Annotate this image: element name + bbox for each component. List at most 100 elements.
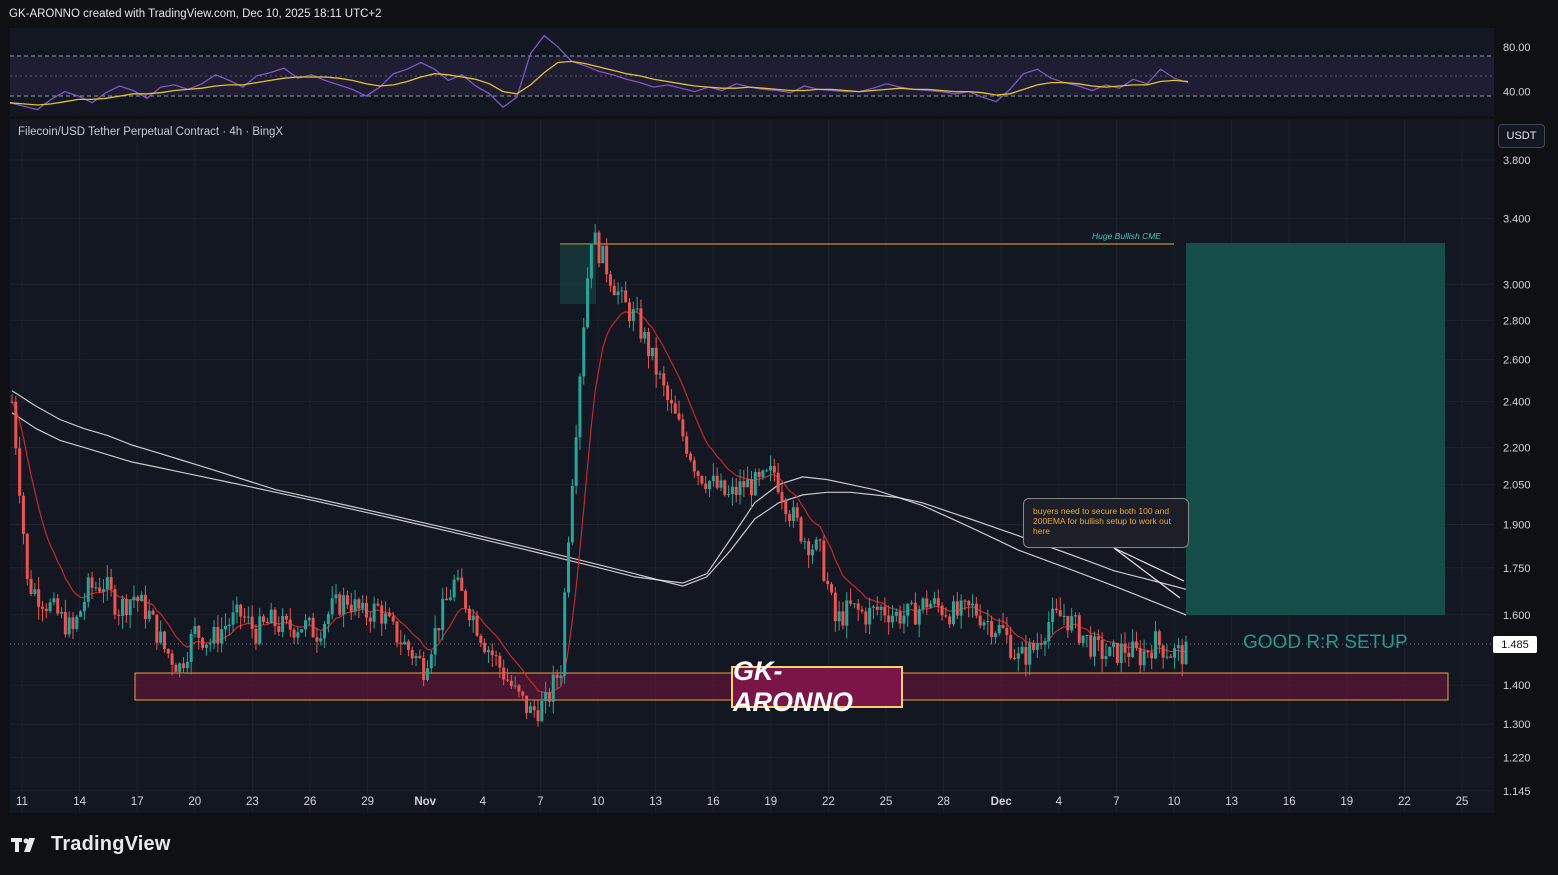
- candle-body: [216, 627, 220, 644]
- candle-body: [140, 594, 144, 602]
- price-tick-label: 2.600: [1503, 355, 1531, 367]
- candle-body: [700, 476, 704, 484]
- candle-body: [593, 232, 597, 244]
- candle-body: [364, 602, 368, 618]
- price-tick-label: 3.800: [1503, 155, 1531, 167]
- candle-body: [635, 308, 639, 310]
- candle-body: [52, 598, 56, 603]
- candle-body: [951, 601, 955, 625]
- candle-body: [932, 598, 936, 604]
- candle-body: [422, 657, 426, 681]
- candle-body: [250, 616, 254, 629]
- candle-body: [48, 602, 52, 611]
- tradingview-logo-text: TradingView: [51, 833, 171, 855]
- candle-body: [1016, 653, 1020, 659]
- candle-body: [925, 598, 929, 608]
- candle-body: [723, 480, 727, 495]
- candle-body: [810, 549, 814, 556]
- candle-body: [929, 603, 933, 608]
- candle-body: [506, 679, 510, 681]
- tradingview-logo[interactable]: TradingView: [11, 833, 171, 856]
- price-tick-label: 2.400: [1503, 397, 1531, 409]
- candle-body: [71, 617, 75, 629]
- candle-body: [761, 470, 765, 478]
- candle-body: [1035, 643, 1039, 650]
- candle-body: [860, 609, 864, 612]
- candle-body: [277, 626, 281, 632]
- candle-body: [304, 620, 307, 630]
- time-tick-label: 25: [1456, 796, 1469, 808]
- candle-body: [178, 663, 182, 672]
- candle-body: [460, 577, 464, 591]
- candle-body: [1070, 616, 1074, 631]
- author-watermark: GK-ARONNO: [731, 656, 903, 717]
- price-tick-label: 1.750: [1503, 563, 1531, 575]
- time-tick-label: 10: [1168, 796, 1181, 808]
- candle-body: [822, 540, 826, 581]
- time-tick-label: 26: [304, 796, 317, 808]
- currency-badge[interactable]: USDT: [1498, 124, 1545, 148]
- candle-body: [418, 655, 422, 658]
- candle-body: [1054, 608, 1058, 611]
- footer-bar: [0, 815, 1558, 875]
- candle-body: [40, 606, 44, 609]
- candle-body: [681, 419, 685, 437]
- candle-body: [1005, 627, 1009, 636]
- candle-body: [910, 602, 914, 604]
- candle-body: [612, 285, 616, 296]
- candle-body: [201, 637, 205, 648]
- candle-body: [567, 542, 571, 593]
- candle-body: [29, 578, 33, 594]
- candle-body: [197, 625, 201, 638]
- candle-body: [445, 598, 449, 601]
- candle-body: [323, 623, 327, 639]
- candle-body: [734, 486, 738, 495]
- candle-body: [353, 599, 357, 612]
- candle-body: [220, 629, 224, 644]
- candle-body: [830, 584, 834, 593]
- candle-body: [90, 577, 94, 588]
- candle-body: [262, 616, 266, 622]
- candle-body: [212, 627, 216, 644]
- rsi-tick-label: 80.00: [1503, 42, 1531, 54]
- candle-body: [742, 481, 746, 488]
- candle-body: [814, 539, 818, 550]
- candle-body: [597, 232, 601, 264]
- symbol-title: Filecoin/USD Tether Perpetual Contract ·…: [18, 126, 284, 138]
- candle-body: [845, 600, 849, 626]
- candle-body: [1089, 635, 1093, 657]
- candle-body: [361, 602, 365, 609]
- candle-body: [269, 609, 273, 624]
- candle-body: [479, 635, 483, 643]
- candle-body: [521, 691, 525, 696]
- candle-body: [1047, 622, 1051, 642]
- candle-body: [174, 664, 178, 672]
- candle-body: [98, 587, 102, 592]
- candle-body: [967, 600, 971, 606]
- price-tick-label: 1.220: [1503, 753, 1531, 765]
- candle-body: [60, 611, 64, 614]
- candle-body: [616, 291, 620, 296]
- candle-body: [639, 308, 643, 339]
- candle-body: [1169, 656, 1173, 658]
- candle-body: [342, 595, 346, 615]
- candle-body: [605, 245, 609, 275]
- candle-body: [784, 500, 788, 515]
- candle-body: [376, 603, 380, 606]
- candle-body: [776, 472, 780, 493]
- candle-body: [189, 633, 193, 662]
- candle-body: [136, 596, 140, 602]
- candle-body: [391, 616, 395, 622]
- candle-body: [464, 590, 468, 609]
- candle-body: [227, 624, 231, 626]
- candle-body: [1131, 641, 1135, 657]
- candle-body: [1043, 641, 1047, 645]
- candle-body: [1127, 652, 1131, 657]
- candle-body: [654, 347, 658, 375]
- candle-body: [1112, 642, 1116, 647]
- candle-body: [673, 403, 677, 414]
- candle-body: [475, 615, 479, 636]
- candle-body: [235, 604, 239, 613]
- time-tick-label: 14: [73, 796, 86, 808]
- candle-body: [730, 486, 734, 494]
